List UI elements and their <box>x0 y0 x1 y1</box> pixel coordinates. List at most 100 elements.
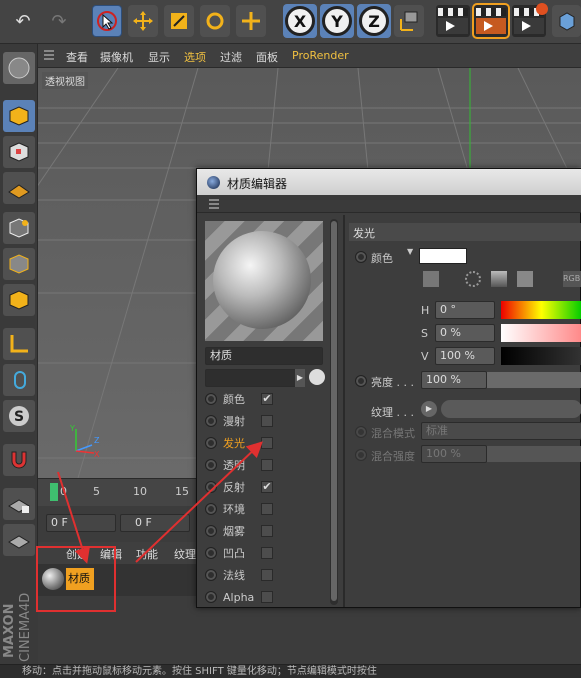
menu-panel[interactable]: 面板 <box>256 49 278 65</box>
grid-plane-icon <box>8 184 30 199</box>
channel-checkbox[interactable] <box>261 569 273 581</box>
hue-field[interactable]: 0 ° <box>435 301 495 319</box>
menu-prorender[interactable]: ProRender <box>292 49 349 62</box>
start-frame-field[interactable]: 0 F <box>46 514 116 532</box>
menu-function[interactable]: 功能 <box>136 546 158 562</box>
points-mode-button[interactable] <box>3 212 35 244</box>
material-dropdown[interactable] <box>205 369 303 387</box>
texture-mode-button[interactable] <box>3 136 35 168</box>
channel-fog[interactable]: 烟雾 <box>205 521 273 541</box>
workplane-grid-button[interactable] <box>3 524 35 556</box>
menu-display[interactable]: 显示 <box>148 49 170 65</box>
coordinate-system-button[interactable] <box>394 5 424 37</box>
color-radio-icon[interactable] <box>355 251 367 263</box>
channel-checkbox[interactable] <box>261 459 273 471</box>
brightness-field[interactable]: 100 % <box>421 371 487 389</box>
channel-checkbox[interactable] <box>261 525 273 537</box>
blend-mode-dropdown[interactable]: 标准 <box>421 422 581 440</box>
render-picture-viewer-button[interactable] <box>472 3 510 39</box>
scale-tool-button[interactable] <box>164 5 194 37</box>
edges-mode-button[interactable] <box>3 248 35 280</box>
image-icon[interactable] <box>517 271 533 287</box>
polygons-mode-button[interactable] <box>3 284 35 316</box>
select-tool-button[interactable] <box>92 5 122 37</box>
annotation-highlight-box <box>36 546 116 612</box>
channel-alpha[interactable]: Alpha <box>205 587 273 607</box>
brightness-radio-icon[interactable] <box>355 375 367 387</box>
menu-camera[interactable]: 摄像机 <box>100 49 133 65</box>
menu-texture[interactable]: 纹理 <box>174 546 196 562</box>
object-mode-button[interactable] <box>3 100 35 132</box>
menu-view[interactable]: 查看 <box>66 49 88 65</box>
radio-icon <box>205 393 217 405</box>
snap-button[interactable]: S <box>3 400 35 432</box>
channel-checkbox[interactable]: ✔ <box>261 393 273 405</box>
color-swatch[interactable] <box>419 248 467 264</box>
channel-checkbox[interactable] <box>261 591 273 603</box>
color-wheel-icon[interactable] <box>465 271 481 287</box>
editor-titlebar[interactable]: 材质编辑器 <box>197 169 581 195</box>
current-frame-field[interactable]: 0 F <box>120 514 190 532</box>
channel-environment[interactable]: 环境 <box>205 499 273 519</box>
scrollbar-thumb[interactable] <box>331 221 337 601</box>
blend-strength-field[interactable]: 100 % <box>421 445 487 463</box>
saturation-slider[interactable] <box>501 324 581 342</box>
pick-cursor-icon[interactable] <box>309 369 325 385</box>
material-name-field[interactable]: 材质 <box>205 347 323 365</box>
channel-luminance[interactable]: 发光 <box>205 433 273 453</box>
tick-0: 0 <box>60 485 67 498</box>
dropdown-arrow-icon[interactable]: ▶ <box>295 369 305 387</box>
channel-bump[interactable]: 凹凸 <box>205 543 273 563</box>
rotate-tool-button[interactable] <box>200 5 230 37</box>
axis-y-toggle[interactable]: Y <box>320 4 354 38</box>
texture-arrow-icon[interactable]: ▶ <box>421 401 437 417</box>
frame-controls: 0 F 0 F <box>38 506 198 538</box>
menu-filter[interactable]: 过滤 <box>220 49 242 65</box>
playhead-marker[interactable] <box>50 483 58 501</box>
channel-scrollbar[interactable] <box>330 219 338 605</box>
rgb-mode-button[interactable]: RGB <box>563 271 581 287</box>
magnet-button[interactable] <box>3 444 35 476</box>
radio-icon <box>205 525 217 537</box>
channel-checkbox[interactable] <box>261 437 273 449</box>
undo-icon[interactable]: ↶ <box>8 5 38 37</box>
blend-strength-slider[interactable] <box>487 446 581 462</box>
render-settings-button[interactable] <box>512 3 548 37</box>
menu-options[interactable]: 选项 <box>184 49 206 65</box>
hue-slider[interactable] <box>501 301 581 319</box>
brightness-label: 亮度 . . . <box>371 376 414 389</box>
channel-checkbox[interactable]: ✔ <box>261 481 273 493</box>
channel-reflectance[interactable]: 反射 ✔ <box>205 477 273 497</box>
redo-icon[interactable]: ↷ <box>44 5 74 37</box>
workplane-button[interactable] <box>3 172 35 204</box>
radio-icon <box>205 569 217 581</box>
value-field[interactable]: 100 % <box>435 347 495 365</box>
collapse-triangle-icon[interactable]: ▼ <box>407 247 413 256</box>
channel-color[interactable]: 颜色 ✔ <box>205 389 273 409</box>
value-slider[interactable] <box>501 347 581 365</box>
lock-workplane-button[interactable] <box>3 488 35 520</box>
move-tool-button[interactable] <box>128 5 158 37</box>
channel-transparency[interactable]: 透明 <box>205 455 273 475</box>
channel-checkbox[interactable] <box>261 415 273 427</box>
render-view-button[interactable] <box>436 5 470 37</box>
spectrum-icon[interactable] <box>491 271 507 287</box>
channel-diffusion[interactable]: 漫射 <box>205 411 273 431</box>
axis-x-toggle[interactable]: X <box>283 4 317 38</box>
tweak-mode-button[interactable] <box>3 364 35 396</box>
transform-tool-button[interactable] <box>236 5 266 37</box>
timeline-ruler[interactable]: 0 5 10 15 <box>38 478 198 506</box>
cube-object-button[interactable] <box>552 5 581 37</box>
channel-normal[interactable]: 法线 <box>205 565 273 585</box>
brightness-slider[interactable] <box>487 372 581 388</box>
color-picker-slider-icon[interactable] <box>423 271 439 287</box>
cursor-icon <box>97 11 117 31</box>
saturation-field[interactable]: 0 % <box>435 324 495 342</box>
axis-mode-button[interactable] <box>3 328 35 360</box>
model-mode-button[interactable] <box>3 52 35 84</box>
axis-z-toggle[interactable]: Z <box>357 4 391 38</box>
texture-slot[interactable] <box>441 400 581 418</box>
channel-checkbox[interactable] <box>261 547 273 559</box>
channel-checkbox[interactable] <box>261 503 273 515</box>
material-preview[interactable] <box>205 221 323 341</box>
